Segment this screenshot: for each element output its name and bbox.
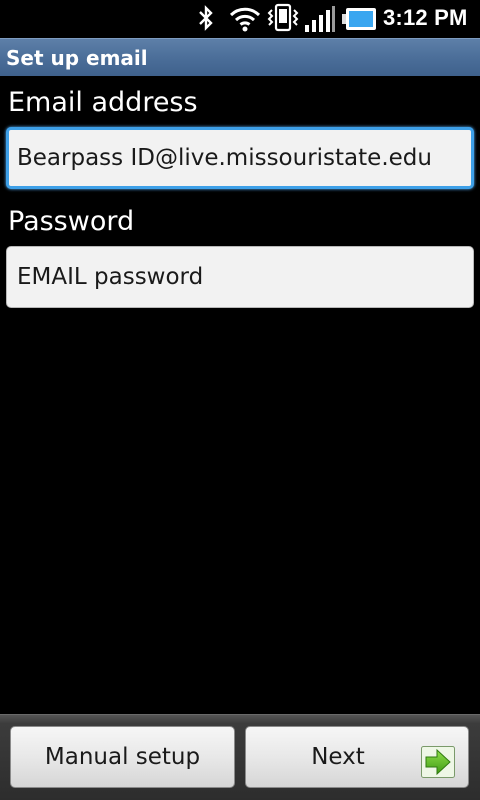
email-address-label: Email address	[8, 87, 198, 118]
email-setup-screen: 3:12 PM Set up email Email address Bearp…	[0, 0, 480, 800]
status-bar-clock: 3:12 PM	[383, 5, 468, 30]
status-bar: 3:12 PM	[0, 0, 480, 38]
title-bar: Set up email	[0, 38, 480, 76]
signal-icon	[304, 5, 336, 37]
bottom-button-bar: Manual setup Next	[0, 714, 480, 800]
next-label: Next	[311, 744, 365, 770]
vibrate-icon	[266, 3, 300, 37]
green-arrow-right-icon	[421, 741, 455, 778]
bluetooth-icon	[195, 4, 217, 36]
next-button[interactable]: Next	[245, 726, 469, 788]
wifi-icon	[229, 6, 261, 36]
email-address-input[interactable]: Bearpass ID@live.missouristate.edu	[6, 127, 474, 189]
password-input[interactable]: EMAIL password	[6, 246, 474, 308]
manual-setup-label: Manual setup	[44, 744, 201, 770]
password-label: Password	[8, 206, 135, 237]
page-title: Set up email	[6, 46, 148, 70]
manual-setup-button[interactable]: Manual setup	[10, 726, 235, 788]
battery-icon	[342, 6, 378, 36]
